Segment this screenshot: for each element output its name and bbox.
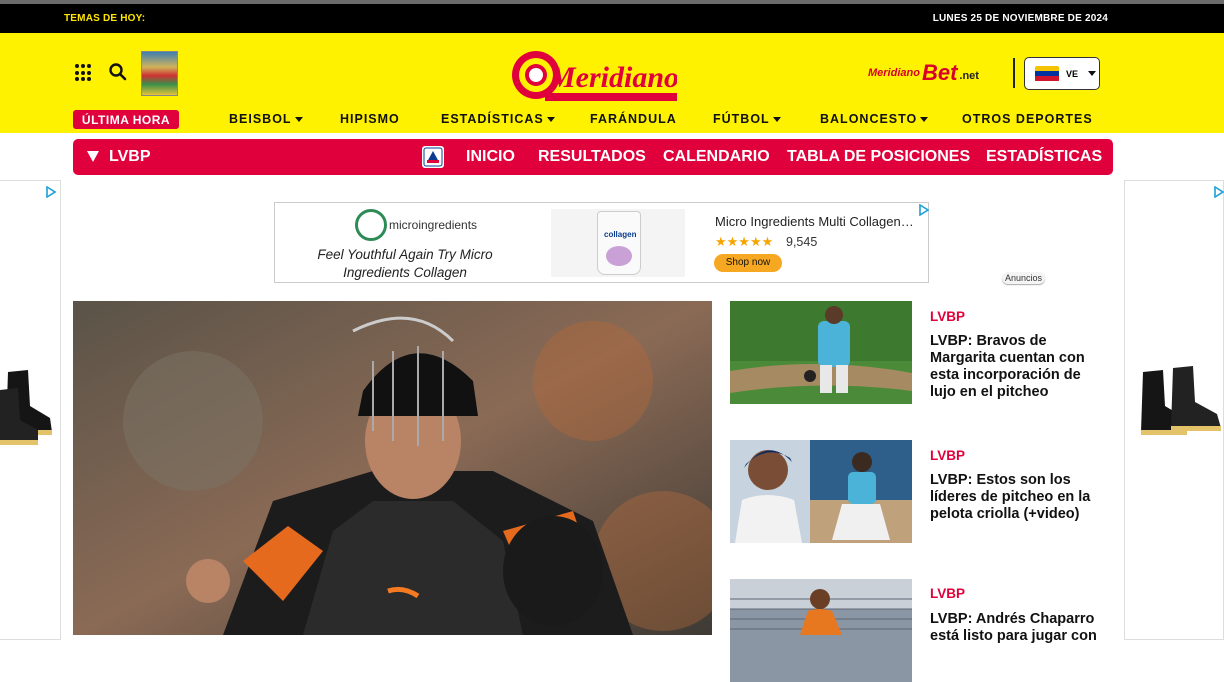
chevron-down-icon (294, 117, 303, 123)
right-side-ad[interactable] (1124, 180, 1224, 640)
lvbp-link-resultados[interactable]: RESULTADOS (538, 148, 646, 166)
bet-brand-text: Meridiano (868, 67, 920, 79)
current-date: LUNES 25 DE NOVIEMBRE DE 2024 (932, 13, 1108, 24)
collagen-bag-image: collagen (597, 211, 641, 275)
article-thumbnail[interactable] (730, 579, 912, 682)
section-label[interactable]: LVBP (109, 148, 150, 166)
triangle-down-icon[interactable] (87, 151, 99, 162)
article-headline[interactable]: LVBP: Estos son los líderes de pitcheo e… (930, 472, 1105, 523)
search-icon[interactable] (108, 62, 128, 82)
ad-disclosure-label: Anuncios (1002, 272, 1046, 284)
adchoices-icon[interactable] (919, 204, 929, 216)
article-thumbnail[interactable] (730, 440, 912, 543)
nav-item-farandula[interactable]: FARÁNDULA (590, 112, 677, 126)
bet-word: Bet (921, 60, 958, 85)
nav-item-estadisticas[interactable]: ESTADÍSTICAS (441, 112, 555, 126)
review-count: 9,545 (786, 235, 818, 249)
country-selector[interactable]: VE (1024, 57, 1100, 90)
top-bar: TEMAS DE HOY: LUNES 25 DE NOVIEMBRE DE 2… (0, 4, 1224, 33)
temas-de-hoy-label: TEMAS DE HOY: (64, 13, 146, 24)
chevron-down-icon (1088, 71, 1097, 76)
print-edition-thumbnail[interactable] (141, 51, 178, 96)
chevron-down-icon (772, 117, 781, 123)
lvbp-link-inicio[interactable]: INICIO (466, 148, 515, 166)
boots-image (1141, 366, 1221, 435)
article-headline[interactable]: LVBP: Bravos de Margarita cuentan con es… (930, 333, 1105, 401)
adchoices-icon[interactable] (46, 186, 56, 198)
article-category[interactable]: LVBP (930, 309, 965, 324)
meridiano-logo[interactable]: Meridiano (509, 43, 677, 103)
article-thumbnail[interactable] (730, 301, 912, 404)
ultima-hora-button[interactable]: ÚLTIMA HORA (73, 110, 179, 129)
adchoices-icon[interactable] (1214, 186, 1224, 198)
nav-item-hipismo[interactable]: HIPISMO (340, 112, 400, 126)
lvbp-logo-icon[interactable] (422, 146, 444, 168)
boots-image (0, 370, 52, 445)
site-header: Meridiano Meridiano Bet .net VE ÚLTIMA H… (0, 33, 1224, 133)
chevron-down-icon (546, 117, 555, 123)
meridiano-bet-link[interactable]: Meridiano Bet .net (868, 60, 979, 86)
chevron-down-icon (920, 117, 929, 123)
svg-text:Meridiano: Meridiano (548, 61, 677, 94)
lvbp-link-calendario[interactable]: CALENDARIO (663, 148, 770, 166)
article-category[interactable]: LVBP (930, 586, 965, 601)
product-title[interactable]: Micro Ingredients Multi Collagen… (715, 214, 920, 229)
article-category[interactable]: LVBP (930, 448, 965, 463)
country-code: VE (1066, 68, 1079, 79)
ad-tagline: Feel Youthful Again Try Micro Ingredient… (317, 247, 493, 280)
left-side-ad[interactable] (0, 180, 61, 640)
lvbp-link-tabla-de-posiciones[interactable]: TABLA DE POSICIONES (787, 148, 970, 166)
lvbp-section-bar: LVBP INICIO RESULTADOS CALENDARIO TABLA … (73, 139, 1113, 175)
product-image: collagen (551, 209, 685, 277)
bet-tld: .net (959, 70, 979, 82)
main-nav: ÚLTIMA HORA BEISBOL HIPISMO ESTADÍSTICAS… (0, 109, 1224, 131)
article-headline[interactable]: LVBP: Andrés Chaparro está listo para ju… (930, 611, 1105, 645)
microingredients-logo: microingredients (355, 209, 477, 241)
lvbp-link-estadisticas[interactable]: ESTADÍSTICAS (986, 148, 1102, 166)
venezuela-flag-icon (1035, 65, 1059, 82)
featured-article-image[interactable] (73, 301, 712, 635)
apps-grid-icon[interactable] (75, 64, 93, 82)
nav-item-futbol[interactable]: FÚTBOL (713, 112, 781, 126)
nav-item-baloncesto[interactable]: BALONCESTO (820, 112, 929, 126)
shop-now-button[interactable]: Shop now (714, 254, 782, 272)
collagen-banner-ad[interactable]: microingredients Feel Youthful Again Try… (274, 202, 929, 283)
rating-stars: ★★★★★ (715, 234, 774, 249)
brand-circle-icon (355, 209, 387, 241)
nav-item-otros-deportes[interactable]: OTROS DEPORTES (962, 112, 1093, 126)
header-divider (1013, 58, 1015, 88)
nav-item-beisbol[interactable]: BEISBOL (229, 112, 303, 126)
